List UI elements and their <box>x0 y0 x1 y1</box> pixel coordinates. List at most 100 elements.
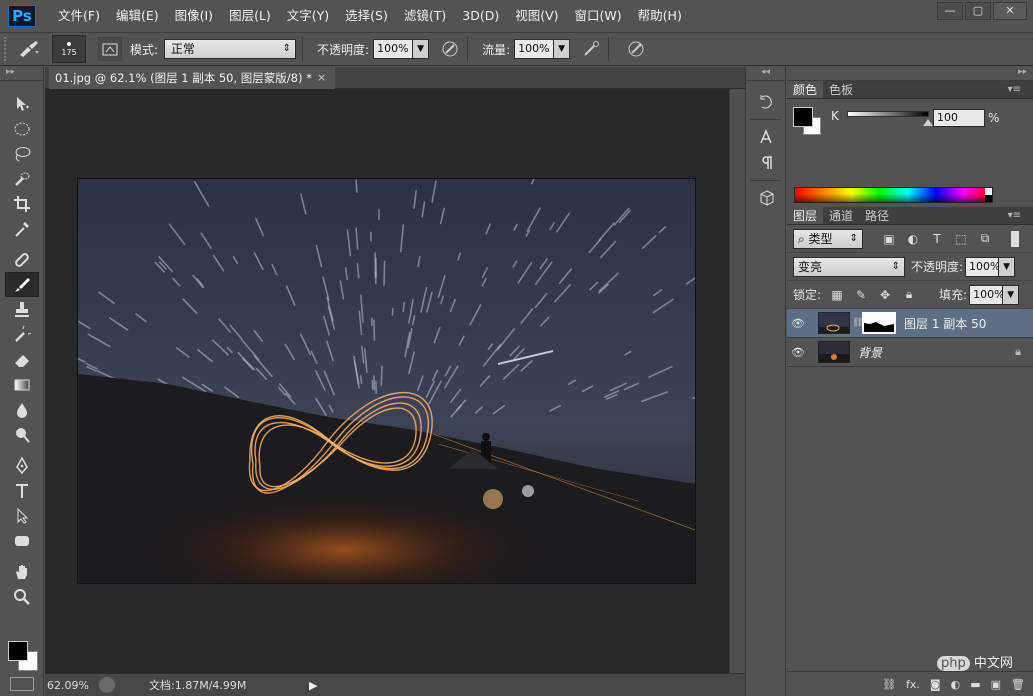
canvas[interactable] <box>45 89 729 673</box>
pressure-size-toggle[interactable] <box>625 38 647 60</box>
lock-transparent-icon[interactable]: ▦ <box>829 287 845 303</box>
layer-opacity-input[interactable]: 100% <box>965 256 1001 277</box>
fill-input[interactable]: 100% <box>969 284 1005 305</box>
menu-file[interactable]: 文件(F) <box>50 0 108 32</box>
minimize-button[interactable]: — <box>937 2 963 20</box>
layer-opacity-dropdown[interactable]: ▼ <box>999 256 1016 277</box>
lasso-tool[interactable] <box>0 141 44 166</box>
healing-brush-tool[interactable] <box>0 247 44 272</box>
pressure-opacity-toggle[interactable] <box>439 38 461 60</box>
layer-row[interactable]: 👁︎ ⛓︎ 图层 1 副本 50 <box>787 309 1033 338</box>
layer-thumbnail[interactable] <box>818 341 850 363</box>
lock-all-icon[interactable]: 🔒︎ <box>901 287 917 303</box>
menu-type[interactable]: 文字(Y) <box>279 0 337 32</box>
layer-name[interactable]: 图层 1 副本 50 <box>904 315 986 332</box>
black-white-swatch[interactable] <box>985 188 992 202</box>
vertical-scrollbar[interactable] <box>729 89 745 673</box>
trash-icon[interactable]: 🗑︎ <box>1011 678 1025 691</box>
maximize-button[interactable]: ▢ <box>965 2 991 20</box>
options-bar-grip[interactable] <box>4 37 12 61</box>
brush-tool[interactable] <box>5 272 39 297</box>
zoom-options-icon[interactable] <box>99 677 115 693</box>
layer-name[interactable]: 背景 <box>858 344 882 361</box>
blend-mode-select[interactable]: 变亮 <box>793 256 905 277</box>
document-tab[interactable]: 01.jpg @ 62.1% (图层 1 副本 50, 图层蒙版/8) * <box>49 67 335 89</box>
shape-filter-icon[interactable]: ⬚ <box>953 231 969 247</box>
hand-tool[interactable] <box>0 559 44 584</box>
lock-position-icon[interactable]: ✥ <box>877 287 893 303</box>
k-slider[interactable] <box>847 111 929 117</box>
history-brush-tool[interactable] <box>0 322 44 347</box>
tab-close-icon[interactable]: × <box>317 67 326 89</box>
layer-thumbnail[interactable] <box>818 312 850 334</box>
lock-pixels-icon[interactable]: ✎ <box>853 287 869 303</box>
tools-panel-header[interactable]: ▸▸ <box>0 67 43 81</box>
quick-mask-button[interactable] <box>10 677 34 691</box>
tab-paths[interactable]: 路径 <box>859 207 895 224</box>
menu-filter[interactable]: 滤镜(T) <box>396 0 454 32</box>
quick-selection-tool[interactable] <box>0 166 44 191</box>
marquee-tool[interactable] <box>0 116 44 141</box>
mask-icon[interactable]: ◙ <box>930 678 941 691</box>
mode-select[interactable]: 正常 <box>164 39 297 59</box>
character-panel-button[interactable] <box>746 124 787 150</box>
menu-layer[interactable]: 图层(L) <box>221 0 279 32</box>
foreground-color[interactable] <box>8 641 28 661</box>
filter-toggle[interactable] <box>1011 230 1019 247</box>
move-tool[interactable] <box>0 91 44 116</box>
pixel-filter-icon[interactable]: ▣ <box>881 231 897 247</box>
adjustment-filter-icon[interactable]: ◐ <box>905 231 921 247</box>
adjustment-icon[interactable]: ◐ <box>951 678 961 691</box>
layer-filter-select[interactable]: ⌕ 类型 <box>793 228 863 249</box>
dodge-tool[interactable] <box>0 422 44 447</box>
type-tool[interactable] <box>0 478 44 503</box>
panel-menu-icon[interactable]: ▾≡ <box>1002 81 1027 99</box>
opacity-input[interactable]: 100% <box>373 39 414 59</box>
type-filter-icon[interactable]: T <box>929 231 945 247</box>
clone-stamp-tool[interactable] <box>0 297 44 322</box>
pen-tool[interactable] <box>0 453 44 478</box>
document-image[interactable] <box>77 178 696 584</box>
menu-edit[interactable]: 编辑(E) <box>108 0 167 32</box>
status-menu-arrow-icon[interactable]: ▶ <box>309 679 321 692</box>
fx-icon[interactable]: fx. <box>906 678 920 691</box>
menu-image[interactable]: 图像(I) <box>167 0 221 32</box>
menu-3d[interactable]: 3D(D) <box>454 0 507 32</box>
opacity-dropdown[interactable]: ▼ <box>413 39 430 59</box>
brush-size-picker[interactable]: 175 <box>52 35 86 63</box>
tool-preset-picker[interactable] <box>12 36 46 62</box>
fill-dropdown[interactable]: ▼ <box>1003 284 1020 305</box>
right-dock-header[interactable]: ▸▸ <box>787 67 1033 81</box>
menu-help[interactable]: 帮助(H) <box>630 0 690 32</box>
path-selection-tool[interactable] <box>0 503 44 528</box>
brush-panel-toggle[interactable] <box>98 37 122 61</box>
k-value-input[interactable]: 100 <box>933 109 985 127</box>
menu-select[interactable]: 选择(S) <box>337 0 396 32</box>
tab-swatches[interactable]: 色板 <box>823 81 859 98</box>
crop-tool[interactable] <box>0 191 44 216</box>
link-icon[interactable]: ⛓︎ <box>882 678 896 691</box>
smart-object-filter-icon[interactable]: ⧉ <box>977 231 993 247</box>
tab-color[interactable]: 颜色 <box>787 81 824 98</box>
shape-tool[interactable] <box>0 528 44 553</box>
new-layer-icon[interactable]: ▣ <box>991 678 1001 691</box>
zoom-level[interactable]: 62.09% <box>45 679 95 692</box>
color-panel-foreground[interactable] <box>793 107 813 127</box>
gradient-tool[interactable] <box>0 372 44 397</box>
paragraph-panel-button[interactable] <box>746 150 787 176</box>
color-swatches[interactable] <box>8 641 40 675</box>
dock-header[interactable]: ◂◂ <box>746 67 785 81</box>
airbrush-toggle[interactable] <box>580 38 602 60</box>
flow-input[interactable]: 100% <box>514 39 555 59</box>
tab-channels[interactable]: 通道 <box>823 207 859 224</box>
layer-mask-thumbnail[interactable] <box>862 312 896 334</box>
blur-tool[interactable] <box>0 397 44 422</box>
tab-layers[interactable]: 图层 <box>787 207 824 224</box>
panel-menu-icon[interactable]: ▾≡ <box>1002 207 1027 225</box>
eraser-tool[interactable] <box>0 347 44 372</box>
3d-panel-button[interactable] <box>746 185 787 211</box>
close-button[interactable]: ✕ <box>993 2 1027 20</box>
visibility-eye-icon[interactable]: 👁︎ <box>787 317 809 330</box>
zoom-tool[interactable] <box>0 584 44 609</box>
chain-link-icon[interactable]: ⛓︎ <box>852 318 863 328</box>
